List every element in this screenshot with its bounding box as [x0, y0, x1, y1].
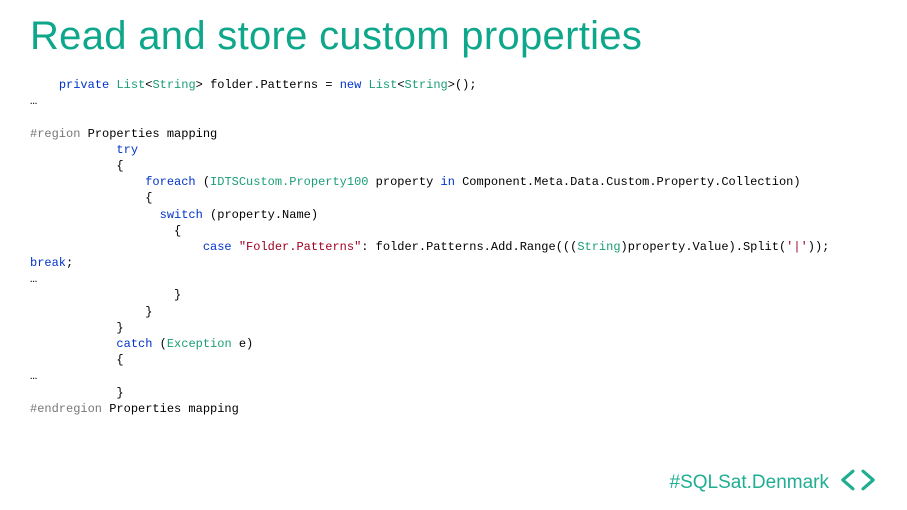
- footer-hashtag: #SQLSat.Denmark: [670, 472, 829, 494]
- code-block: private List<String> folder.Patterns = n…: [30, 77, 877, 417]
- code-brackets-icon: [839, 468, 877, 498]
- slide-footer: #SQLSat.Denmark: [670, 468, 877, 498]
- page-title: Read and store custom properties: [30, 14, 877, 59]
